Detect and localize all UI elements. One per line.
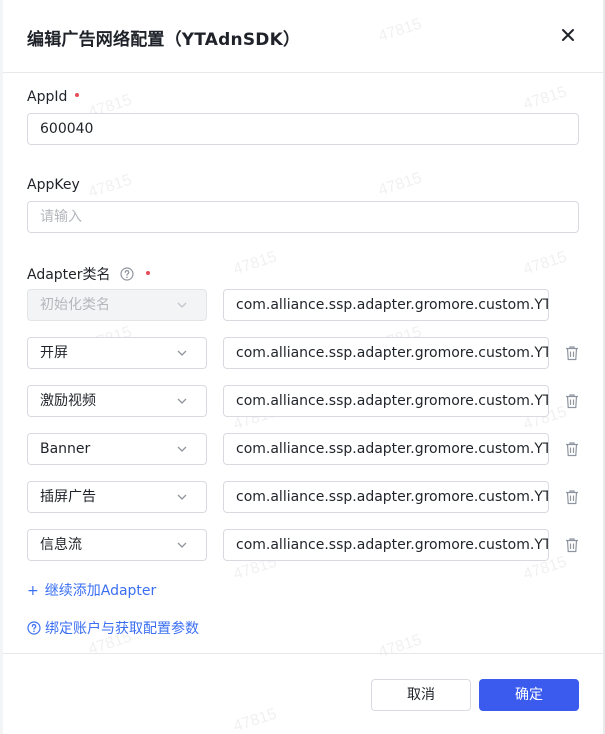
plus-icon: +: [27, 583, 39, 599]
watermark: 47815: [376, 169, 424, 200]
trash-icon[interactable]: [565, 345, 579, 361]
trash-icon[interactable]: [565, 393, 579, 409]
watermark: 47815: [231, 248, 279, 279]
watermark: 47815: [86, 171, 134, 202]
adapter-class-input[interactable]: com.alliance.ssp.adapter.gromore.custom.…: [223, 433, 549, 465]
bind-account-label: 绑定账户与获取配置参数: [45, 621, 199, 637]
adapter-class-input[interactable]: com.alliance.ssp.adapter.gromore.custom.…: [223, 481, 549, 513]
adapter-class-input[interactable]: com.alliance.ssp.adapter.gromore.custom.…: [223, 385, 549, 417]
adapter-class-input[interactable]: com.alliance.ssp.adapter.gromore.custom.…: [223, 337, 549, 369]
adapter-type-value: 插屏广告: [40, 489, 96, 505]
adapter-type-select[interactable]: 信息流: [27, 529, 207, 561]
close-button[interactable]: [557, 24, 579, 46]
trash-icon[interactable]: [565, 489, 579, 505]
dialog-footer: 取消 确定: [3, 653, 603, 734]
adapter-type-select[interactable]: 激励视频: [27, 385, 207, 417]
dialog-header: 编辑广告网络配置（YTAdnSDK）: [3, 0, 603, 73]
adapter-type-select[interactable]: 插屏广告: [27, 481, 207, 513]
appkey-input[interactable]: 请输入: [27, 201, 579, 233]
chevron-down-icon: [177, 446, 187, 452]
page: 47815 47815 47815 47815 47815 47815 4781…: [0, 0, 605, 734]
adapter-type-select[interactable]: Banner: [27, 433, 207, 465]
add-adapter-label: 继续添加Adapter: [44, 583, 157, 599]
adapter-type-value: 信息流: [40, 537, 82, 553]
adapter-label: Adapter类名: [27, 267, 111, 283]
adapter-type-select-init: 初始化类名: [27, 289, 207, 321]
adapter-type-value: 激励视频: [40, 393, 96, 409]
adapter-type-value: 开屏: [40, 345, 68, 361]
trash-icon[interactable]: [565, 537, 579, 553]
edit-ad-network-dialog: 47815 47815 47815 47815 47815 47815 4781…: [3, 0, 603, 734]
chevron-down-icon: [177, 350, 187, 356]
required-mark: [75, 93, 80, 97]
chevron-down-icon: [177, 398, 187, 404]
appid-input[interactable]: 600040: [27, 113, 579, 145]
adapter-type-value: Banner: [40, 441, 91, 457]
chevron-down-icon: [177, 494, 187, 500]
appid-label: AppId: [27, 89, 68, 105]
bind-account-link[interactable]: 绑定账户与获取配置参数: [27, 618, 199, 638]
chevron-down-icon: [177, 302, 187, 308]
required-mark: [146, 271, 151, 275]
chevron-down-icon: [177, 542, 187, 548]
appid-label-row: AppId: [27, 89, 80, 105]
cancel-button[interactable]: 取消: [371, 679, 471, 711]
watermark: 47815: [521, 248, 569, 279]
adapter-type-value: 初始化类名: [40, 297, 110, 313]
help-icon[interactable]: [120, 267, 134, 281]
watermark: 47815: [521, 83, 569, 114]
confirm-button[interactable]: 确定: [479, 679, 579, 711]
trash-icon[interactable]: [565, 441, 579, 457]
add-adapter-link[interactable]: + 继续添加Adapter: [27, 580, 156, 600]
help-icon: [27, 621, 41, 635]
adapter-class-input-init[interactable]: com.alliance.ssp.adapter.gromore.custom.…: [223, 289, 549, 321]
adapter-label-row: Adapter类名: [27, 264, 151, 284]
appkey-label: AppKey: [27, 177, 80, 193]
dialog-title: 编辑广告网络配置（YTAdnSDK）: [27, 30, 301, 50]
adapter-class-input[interactable]: com.alliance.ssp.adapter.gromore.custom.…: [223, 529, 549, 561]
adapter-type-select[interactable]: 开屏: [27, 337, 207, 369]
close-icon: [562, 29, 574, 41]
